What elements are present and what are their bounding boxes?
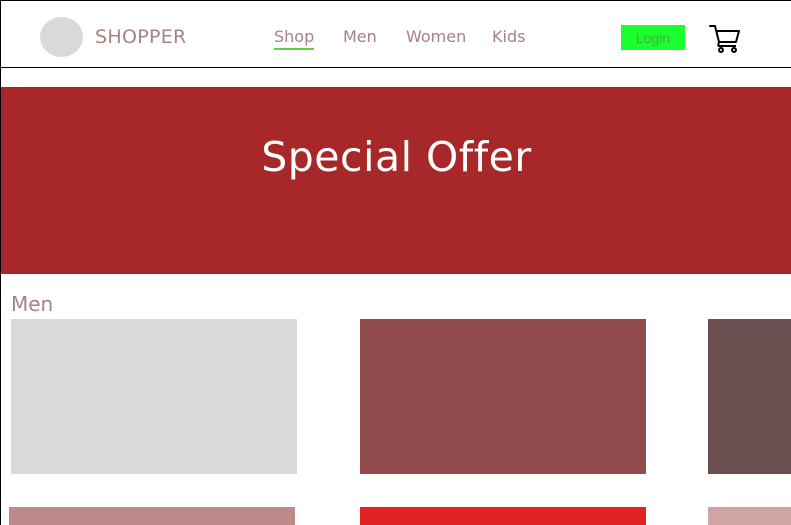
section-title-men: Men bbox=[11, 292, 54, 316]
spacer-band bbox=[1, 68, 791, 87]
nav-item-women[interactable]: Women bbox=[406, 27, 466, 46]
login-button[interactable]: Login bbox=[621, 25, 685, 50]
shopping-cart-icon[interactable] bbox=[709, 22, 741, 54]
nav-item-men[interactable]: Men bbox=[343, 27, 377, 46]
logo[interactable] bbox=[40, 17, 83, 57]
product-card[interactable] bbox=[360, 319, 646, 474]
nav-item-kids[interactable]: Kids bbox=[492, 27, 525, 46]
brand-name[interactable]: SHOPPER bbox=[95, 26, 187, 48]
nav-item-shop[interactable]: Shop bbox=[274, 27, 315, 50]
banner-title: Special Offer bbox=[261, 133, 532, 181]
product-card[interactable] bbox=[708, 319, 791, 474]
product-card[interactable] bbox=[708, 507, 791, 525]
special-offer-banner[interactable]: Special Offer bbox=[1, 87, 791, 274]
product-card[interactable] bbox=[11, 319, 297, 474]
app-frame: SHOPPER Shop Men Women Kids Login Specia… bbox=[0, 0, 791, 525]
top-navbar: SHOPPER Shop Men Women Kids Login bbox=[1, 0, 791, 68]
product-card[interactable] bbox=[360, 507, 646, 525]
product-card[interactable] bbox=[9, 507, 295, 525]
